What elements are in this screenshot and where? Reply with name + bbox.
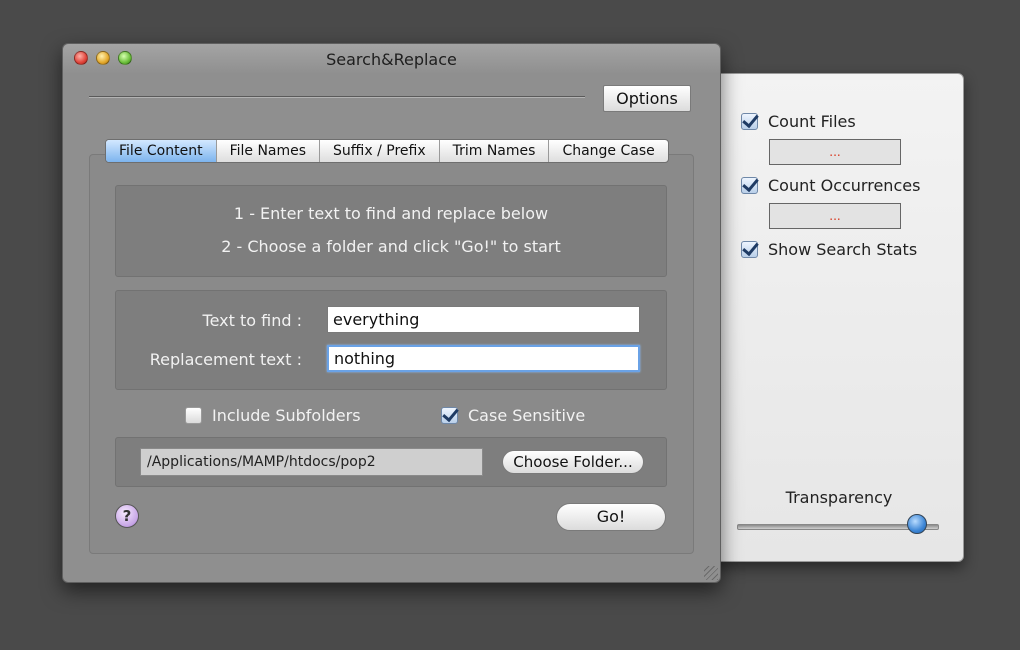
instructions-box	[115, 185, 667, 277]
help-icon[interactable]: ?	[115, 504, 139, 528]
transparency-label: Transparency	[785, 488, 893, 507]
instruction-line-2: 2 - Choose a folder and click "Go!" to s…	[221, 237, 561, 256]
count-files-label: Count Files	[768, 112, 856, 131]
case-sensitive-checkmark-icon[interactable]	[441, 407, 458, 424]
count-occurrences-value: ...	[769, 203, 901, 229]
folder-path-field: /Applications/MAMP/htdocs/pop2	[140, 448, 483, 476]
show-stats-checkmark-icon[interactable]	[741, 241, 758, 258]
count-occurrences-label: Count Occurrences	[768, 176, 921, 195]
show-search-stats-label: Show Search Stats	[768, 240, 918, 259]
instruction-line-1: 1 - Enter text to find and replace below	[233, 204, 549, 223]
text-fields-box	[115, 290, 667, 390]
tab-suffix-prefix[interactable]: Suffix / Prefix	[320, 140, 440, 162]
tab-file-names[interactable]: File Names	[217, 140, 321, 162]
options-button[interactable]: Options	[603, 85, 691, 112]
case-sensitive-checkbox[interactable]: Case Sensitive	[441, 406, 585, 425]
resize-grip-icon[interactable]	[704, 566, 718, 580]
transparency-slider-knob[interactable]	[907, 514, 927, 534]
count-occurrences-checkbox[interactable]: Count Occurrences	[741, 176, 920, 195]
search-replace-window: Search&Replace Options File Content File…	[62, 43, 721, 583]
tab-file-content[interactable]: File Content	[106, 140, 217, 162]
toolbar-divider	[89, 96, 585, 98]
tab-change-case[interactable]: Change Case	[549, 140, 667, 162]
show-search-stats-checkbox[interactable]: Show Search Stats	[741, 240, 917, 259]
count-files-checkmark-icon[interactable]	[741, 113, 758, 130]
replacement-label: Replacement text :	[149, 350, 302, 369]
title-bar[interactable]: Search&Replace	[63, 44, 720, 74]
tab-trim-names[interactable]: Trim Names	[440, 140, 550, 162]
include-subfolders-checkbox[interactable]: Include Subfolders	[185, 406, 361, 425]
count-files-value: ...	[769, 139, 901, 165]
go-button[interactable]: Go!	[556, 503, 666, 531]
tab-bar: File Content File Names Suffix / Prefix …	[105, 139, 669, 163]
count-occurrences-checkmark-icon[interactable]	[741, 177, 758, 194]
case-sensitive-label: Case Sensitive	[468, 406, 586, 425]
window-title: Search&Replace	[326, 50, 457, 69]
count-files-checkbox[interactable]: Count Files	[741, 112, 856, 131]
choose-folder-button[interactable]: Choose Folder...	[502, 450, 644, 474]
replacement-input[interactable]	[327, 345, 640, 372]
include-subfolders-label: Include Subfolders	[212, 406, 361, 425]
include-subfolders-checkbox-icon[interactable]	[185, 407, 202, 424]
options-drawer: Count Files ... Count Occurrences ... Sh…	[712, 73, 964, 562]
find-input[interactable]	[327, 306, 640, 333]
find-label: Text to find :	[202, 311, 302, 330]
